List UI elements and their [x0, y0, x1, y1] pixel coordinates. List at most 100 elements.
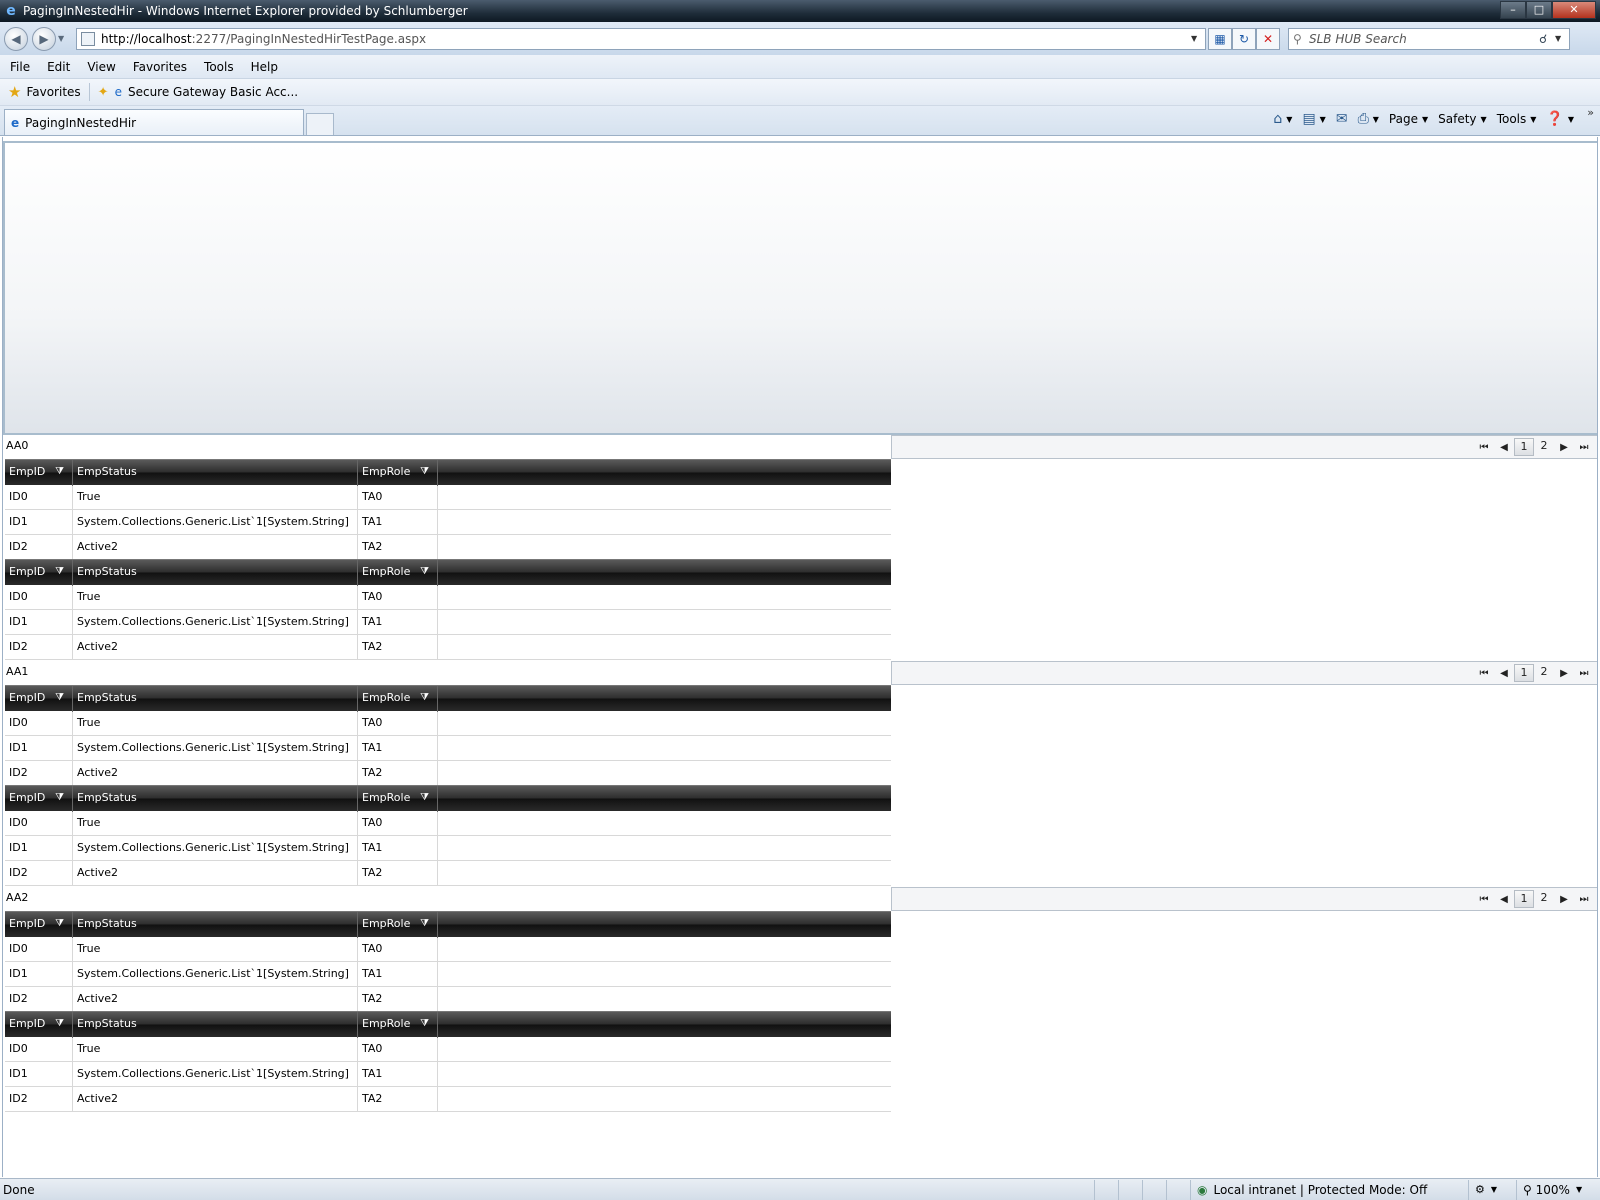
column-header[interactable]: EmpID ⧩	[5, 912, 73, 938]
previous-page-button[interactable]: ◀	[1494, 442, 1514, 453]
print-dropdown-icon[interactable]: ▼	[1373, 115, 1379, 124]
menu-favorites[interactable]: Favorites	[123, 60, 194, 74]
table-row[interactable]: ID0 True TA0	[5, 811, 891, 836]
next-page-button[interactable]: ▶	[1554, 442, 1574, 453]
recent-pages-dropdown[interactable]: ▼	[58, 34, 70, 43]
filter-icon[interactable]: ⧩	[55, 560, 64, 584]
table-row[interactable]: ID2 Active2 TA2	[5, 635, 891, 660]
column-header[interactable]: EmpRole ⧩	[358, 786, 438, 812]
column-header[interactable]: EmpStatus	[73, 1012, 358, 1038]
filter-icon[interactable]: ⧩	[55, 786, 64, 810]
first-page-button[interactable]: ⏮	[1474, 894, 1494, 905]
zoom-button[interactable]: ⚲ 100% ▼	[1516, 1179, 1600, 1200]
minimize-button[interactable]: –	[1500, 0, 1526, 19]
column-header[interactable]: EmpID ⧩	[5, 786, 73, 812]
column-header[interactable]: EmpID ⧩	[5, 1012, 73, 1038]
tools-menu[interactable]: Tools ▼	[1493, 110, 1541, 128]
filter-icon[interactable]: ⧩	[420, 912, 429, 936]
filter-icon[interactable]: ⧩	[420, 1012, 429, 1036]
page-menu[interactable]: Page ▼	[1385, 110, 1432, 128]
table-row[interactable]: ID1 System.Collections.Generic.List`1[Sys…	[5, 736, 891, 761]
safety-menu[interactable]: Safety ▼	[1434, 110, 1491, 128]
column-header[interactable]: EmpStatus	[73, 786, 358, 812]
page-number-button[interactable]: 2	[1534, 438, 1554, 456]
filter-icon[interactable]: ⧩	[420, 786, 429, 810]
table-row[interactable]: ID0 True TA0	[5, 1037, 891, 1062]
menu-file[interactable]: File	[0, 60, 37, 74]
table-row[interactable]: ID2 Active2 TA2	[5, 861, 891, 886]
forward-button[interactable]: ▶	[32, 26, 56, 51]
last-page-button[interactable]: ⏭	[1574, 668, 1594, 679]
menu-tools[interactable]: Tools	[194, 60, 241, 74]
print-button[interactable]: ⎙ ▼	[1354, 109, 1383, 129]
search-options-dropdown-icon[interactable]: ▼	[1555, 34, 1569, 43]
more-commands-chevron-icon[interactable]: »	[1587, 106, 1594, 119]
table-row[interactable]: ID0 True TA0	[5, 585, 891, 610]
column-header[interactable]: EmpStatus	[73, 460, 358, 486]
help-menu[interactable]: ❓ ▼	[1542, 109, 1578, 129]
column-header[interactable]: EmpRole ⧩	[358, 560, 438, 586]
filter-icon[interactable]: ⧩	[420, 460, 429, 484]
maximize-button[interactable]: □	[1526, 0, 1552, 19]
read-mail-button[interactable]: ✉	[1332, 109, 1352, 129]
url-field[interactable]: http://localhost:2277/PagingInNestedHirT…	[76, 27, 1206, 50]
favorite-link-secure-gateway[interactable]: Secure Gateway Basic Acc...	[128, 85, 298, 99]
table-row[interactable]: ID0 True TA0	[5, 711, 891, 736]
first-page-button[interactable]: ⏮	[1474, 668, 1494, 679]
filter-icon[interactable]: ⧩	[420, 686, 429, 710]
page-number-button[interactable]: 1	[1514, 438, 1534, 456]
table-row[interactable]: ID1 System.Collections.Generic.List`1[Sys…	[5, 510, 891, 535]
menu-view[interactable]: View	[77, 60, 122, 74]
next-page-button[interactable]: ▶	[1554, 668, 1574, 679]
new-tab-button[interactable]	[306, 113, 334, 135]
search-input[interactable]: ⚲ SLB HUB Search ☌ ▼	[1288, 27, 1570, 50]
table-row[interactable]: ID1 System.Collections.Generic.List`1[Sys…	[5, 836, 891, 861]
table-row[interactable]: ID1 System.Collections.Generic.List`1[Sys…	[5, 1062, 891, 1087]
table-row[interactable]: ID2 Active2 TA2	[5, 1087, 891, 1112]
security-zone[interactable]: ◉ Local intranet | Protected Mode: Off	[1190, 1179, 1468, 1200]
next-page-button[interactable]: ▶	[1554, 894, 1574, 905]
column-header[interactable]: EmpRole ⧩	[358, 460, 438, 486]
previous-page-button[interactable]: ◀	[1494, 668, 1514, 679]
add-to-favorites-bar-icon[interactable]: ✦	[98, 85, 109, 100]
column-header[interactable]: EmpRole ⧩	[358, 1012, 438, 1038]
filter-icon[interactable]: ⧩	[55, 460, 64, 484]
menu-edit[interactable]: Edit	[37, 60, 77, 74]
feeds-dropdown-icon[interactable]: ▼	[1320, 115, 1326, 124]
filter-icon[interactable]: ⧩	[55, 912, 64, 936]
refresh-icon[interactable]: ↻	[1232, 27, 1256, 50]
column-header[interactable]: EmpRole ⧩	[358, 686, 438, 712]
home-dropdown-icon[interactable]: ▼	[1286, 115, 1292, 124]
column-header[interactable]: EmpID ⧩	[5, 460, 73, 486]
feeds-button[interactable]: ▤ ▼	[1298, 109, 1329, 129]
favorites-button[interactable]: Favorites	[26, 85, 80, 99]
filter-icon[interactable]: ⧩	[55, 1012, 64, 1036]
close-button[interactable]: ✕	[1552, 0, 1596, 19]
last-page-button[interactable]: ⏭	[1574, 442, 1594, 453]
tab-paging-in-nested-hir[interactable]: e PagingInNestedHir	[4, 109, 304, 135]
table-row[interactable]: ID0 True TA0	[5, 937, 891, 962]
first-page-button[interactable]: ⏮	[1474, 442, 1494, 453]
url-dropdown-icon[interactable]: ▼	[1191, 34, 1205, 43]
table-row[interactable]: ID1 System.Collections.Generic.List`1[Sys…	[5, 962, 891, 987]
filter-icon[interactable]: ⧩	[420, 560, 429, 584]
home-button[interactable]: ⌂ ▼	[1269, 109, 1296, 129]
favorites-star-icon[interactable]: ★	[8, 83, 21, 101]
search-icon[interactable]: ☌	[1539, 32, 1555, 46]
page-number-button[interactable]: 2	[1534, 890, 1554, 908]
back-button[interactable]: ◀	[4, 26, 28, 51]
column-header[interactable]: EmpRole ⧩	[358, 912, 438, 938]
previous-page-button[interactable]: ◀	[1494, 894, 1514, 905]
table-row[interactable]: ID2 Active2 TA2	[5, 761, 891, 786]
protected-mode-button[interactable]: ⚙ ▼	[1468, 1179, 1516, 1200]
page-number-button[interactable]: 2	[1534, 664, 1554, 682]
filter-icon[interactable]: ⧩	[55, 686, 64, 710]
table-row[interactable]: ID0 True TA0	[5, 485, 891, 510]
compatibility-view-icon[interactable]: ▦	[1208, 27, 1232, 50]
column-header[interactable]: EmpStatus	[73, 686, 358, 712]
table-row[interactable]: ID2 Active2 TA2	[5, 535, 891, 560]
table-row[interactable]: ID2 Active2 TA2	[5, 987, 891, 1012]
stop-icon[interactable]: ✕	[1256, 27, 1280, 50]
column-header[interactable]: EmpID ⧩	[5, 560, 73, 586]
column-header[interactable]: EmpStatus	[73, 560, 358, 586]
